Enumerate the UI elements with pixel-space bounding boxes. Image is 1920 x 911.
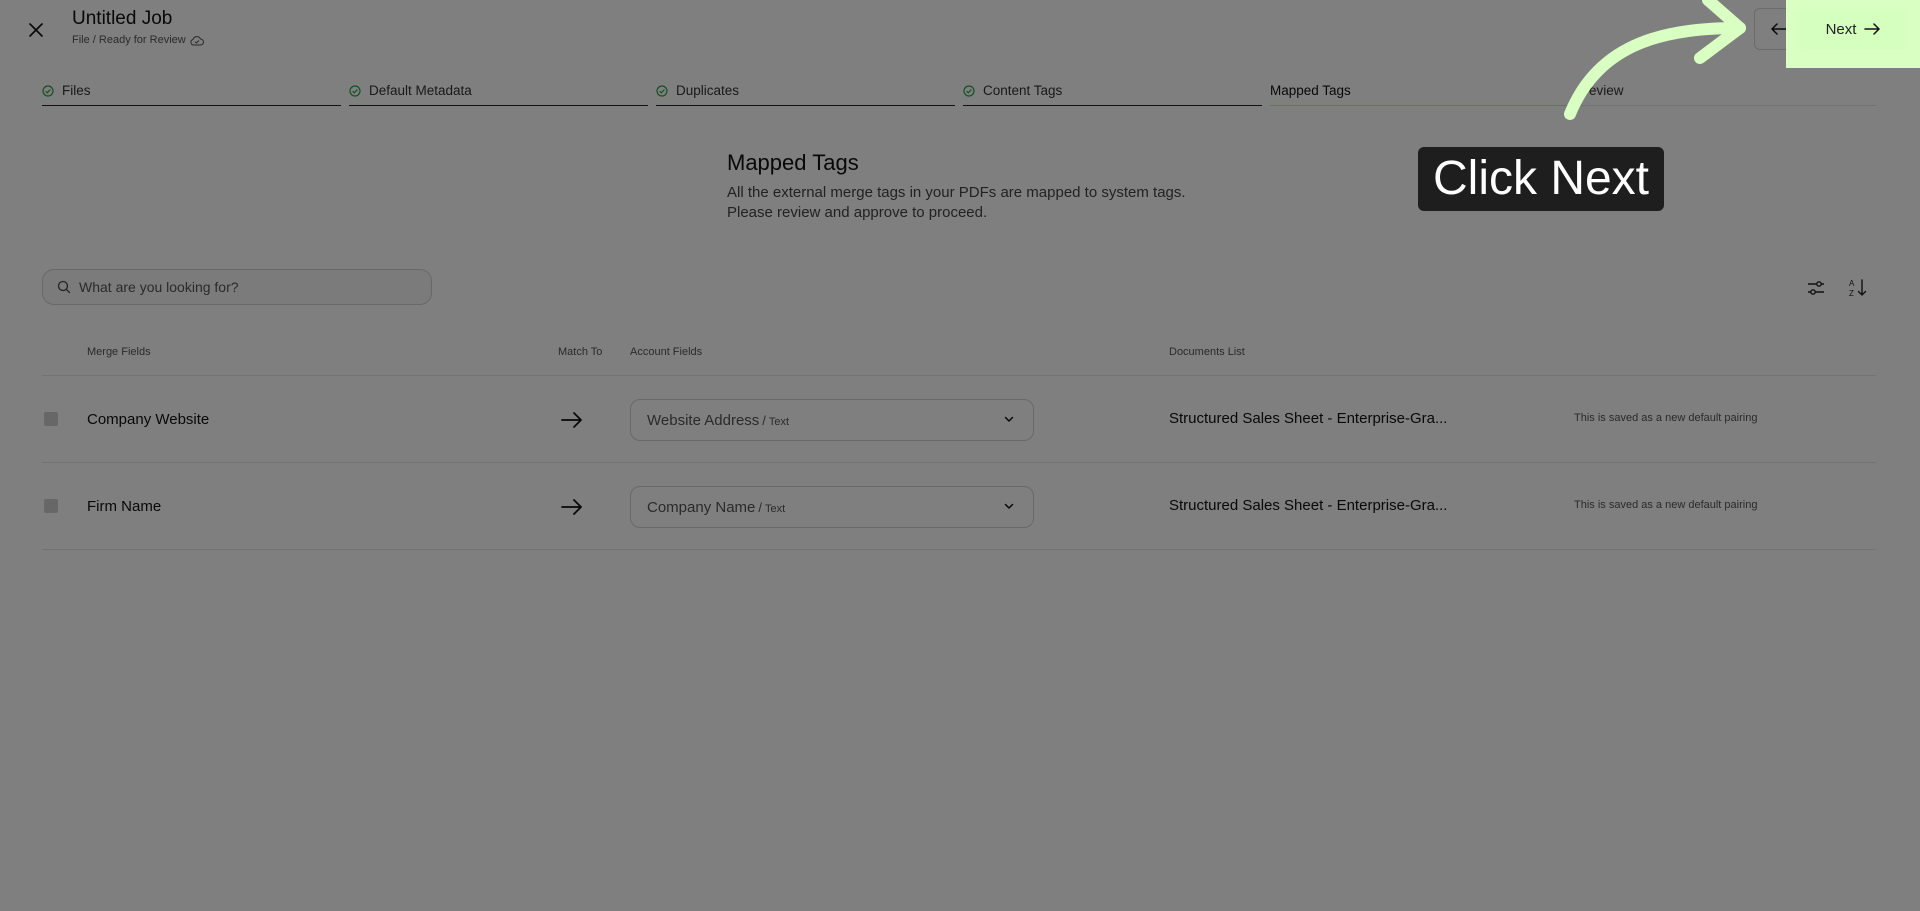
filter-button[interactable] [1803,275,1829,301]
type-separator: / [762,412,766,428]
account-field-select[interactable]: Website Address / Text [630,399,1034,441]
search-icon [57,280,71,294]
step-review[interactable]: eview [1577,82,1876,106]
cloud-check-icon [190,35,204,45]
chevron-down-icon [1004,503,1014,509]
wizard-stepper: Files Default Metadata Duplicates Conten… [42,82,1876,106]
col-header-match-to[interactable]: Match To [558,346,602,358]
account-field-value: Company Name [647,498,756,516]
step-content-tags[interactable]: Content Tags [963,82,1262,106]
step-label: Files [62,83,91,98]
step-label: Content Tags [983,83,1063,98]
step-label: eview [1589,83,1624,98]
search-box[interactable] [42,269,432,305]
arrow-left-icon [1771,23,1787,35]
account-field-type: Text [768,415,790,428]
sort-az-icon: A Z [1849,279,1867,298]
job-title: Untitled Job [72,8,173,29]
merge-field-name: Company Website [87,411,210,428]
breadcrumb-text: File / Ready for Review [72,34,186,46]
next-button[interactable]: Next [1800,9,1906,49]
check-circle-icon [656,84,668,97]
tutorial-dim-overlay [0,0,1920,911]
section-description: All the external merge tags in your PDFs… [727,183,1247,223]
check-circle-icon [42,84,54,97]
arrow-right-icon [1864,23,1881,35]
pairing-note: This is saved as a new default pairing [1574,412,1758,424]
table-row-divider [42,549,1876,550]
step-label: Default Metadata [369,83,472,98]
search-input[interactable] [79,279,399,295]
step-files[interactable]: Files [42,82,341,106]
col-header-merge-fields[interactable]: Merge Fields [87,346,151,358]
document-link[interactable]: Structured Sales Sheet - Enterprise-Gra.… [1169,497,1447,514]
svg-text:Z: Z [1849,289,1854,298]
step-mapped-tags[interactable]: Mapped Tags [1270,82,1569,106]
type-separator: / [758,499,763,515]
table-divider [42,375,1876,376]
row-checkbox[interactable] [44,412,58,426]
row-checkbox[interactable] [44,499,58,513]
sliders-icon [1808,281,1824,295]
table-row-divider [42,462,1876,463]
step-duplicates[interactable]: Duplicates [656,82,955,106]
job-breadcrumb: File / Ready for Review [72,34,204,46]
pairing-note: This is saved as a new default pairing [1574,499,1758,511]
check-circle-icon [963,84,975,97]
step-label: Duplicates [676,83,740,98]
sort-button[interactable]: A Z [1845,275,1871,301]
arrow-right-icon [561,412,582,428]
section-description-line: All the external merge tags in your PDFs… [727,184,1186,201]
account-field-value: Website Address [647,411,760,429]
document-link[interactable]: Structured Sales Sheet - Enterprise-Gra.… [1169,410,1447,427]
section-description-line: Please review and approve to proceed. [727,204,988,221]
next-button-label: Next [1825,20,1857,38]
step-default-metadata[interactable]: Default Metadata [349,82,648,106]
account-field-select[interactable]: Company Name / Text [630,486,1034,528]
tutorial-tooltip: Click Next [1418,147,1664,211]
col-header-documents-list[interactable]: Documents List [1169,346,1245,358]
chevron-down-icon [1004,416,1014,422]
check-circle-icon [349,84,361,97]
col-header-account-fields[interactable]: Account Fields [630,346,702,358]
merge-field-name: Firm Name [87,498,162,515]
account-field-type: Text [765,502,786,515]
close-icon [29,23,43,37]
step-label: Mapped Tags [1270,83,1351,98]
arrow-right-icon [561,499,582,515]
svg-text:A: A [1849,279,1855,288]
app-root: Untitled Job File / Ready for Review Fil… [0,0,1920,911]
close-button[interactable] [24,18,48,42]
section-title: Mapped Tags [727,150,859,175]
